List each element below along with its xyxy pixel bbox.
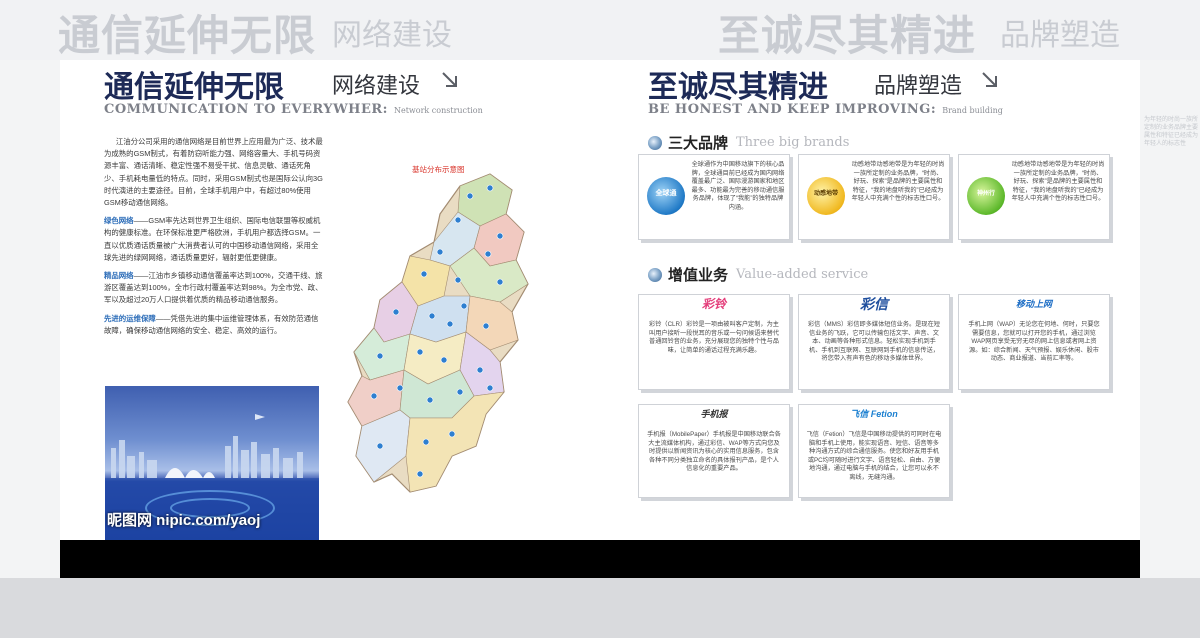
quality-network-text: ——江油市乡镇移动通信覆盖率达到100%，交通干线、旅游区覆盖达到100%，全市… <box>104 271 323 305</box>
brand-description: 动感地带动感地带是为年轻的时尚一族所定制的业务品牌，“时尚、好玩、探索”是品牌的… <box>851 161 945 203</box>
echo-right-subtitle: 品牌塑造 <box>1000 19 1120 52</box>
mobile-paper-logo-icon: 手机报 <box>646 410 782 428</box>
para-intro: 江油分公司采用的通信网络是目前世界上应用最为广泛、技术最为成熟的GSM制式，有着… <box>104 137 323 208</box>
fetion-logo-icon: 飞信 Fetion <box>806 410 942 428</box>
vas-description: 彩铃（CLR）彩铃是一项由被叫客户定制，为主叫用户接听一段悦耳的音乐或一句问候语… <box>649 321 779 354</box>
vas-card-fetion: 飞信 Fetion 飞信（Fetion）飞信是中国移动提供的可同时在电脑和手机上… <box>798 404 950 498</box>
vas-logo-text: 彩铃 <box>701 297 726 311</box>
echo-left-title: 通信延伸无限 <box>58 11 317 60</box>
vas-logo-text: 彩信 <box>860 296 888 312</box>
vas-card-color-ring: 彩铃 彩铃（CLR）彩铃是一项由被叫客户定制，为主叫用户接听一段悦耳的音乐或一句… <box>638 294 790 390</box>
vas-description: 手机报（MobilePaper）手机报是中国移动联合各大主流媒体机构，通过彩信、… <box>647 431 781 473</box>
vas-logo-text: 手机报 <box>700 409 728 419</box>
brand-name: 动感地带 <box>813 191 838 197</box>
vas-section-heading: 增值业务 Value-added service <box>648 264 868 285</box>
operations-label: 先进的运维保障 <box>104 313 156 323</box>
vas-heading-en: Value-added service <box>736 267 869 282</box>
brand-card-gotone: 全球通 全球通作为中国移动旗下的核心品牌，全球通目前已经成为国内网络覆盖最广泛、… <box>638 154 790 240</box>
para-operations: 先进的运维保障——凭借先进的集中运维管理体系，有效防范通信故障，确保移动通信网络… <box>104 313 324 337</box>
ghost-text: 为年轻的时尚一族所定制的业务品牌主要属性和特征已经成为年轻人的标志性 <box>1144 117 1199 147</box>
arrow-down-right-icon <box>442 72 457 87</box>
brand-card-easyown: 神州行 动感地带动感地带是为年轻的时尚一族所定制的业务品牌，“时尚、好玩、探索”… <box>958 154 1110 240</box>
vas-logo-text: 飞信 Fetion <box>850 409 898 419</box>
brand-card-mzone: 动感地带 动感地带动感地带是为年轻的时尚一族所定制的业务品牌，“时尚、好玩、探索… <box>798 154 950 240</box>
mms-logo-icon: 彩信 <box>806 296 942 318</box>
color-ring-logo-icon: 彩铃 <box>646 297 782 318</box>
vas-heading-cn: 增值业务 <box>668 267 729 284</box>
left-page-subtitle: 网络建设 <box>332 73 421 98</box>
left-english-heading: COMMUNICATION TO EVERYWHER: Network const… <box>104 102 483 117</box>
right-english-small: Brand building <box>942 106 1003 115</box>
brand-name: 全球通 <box>655 190 677 197</box>
brands-heading-cn: 三大品牌 <box>668 135 729 152</box>
green-network-label: 绿色网络 <box>104 216 134 226</box>
vas-description: 手机上网（WAP）无论您在何地、何时，只要您需要信息，您就可以打开您的手机，通过… <box>968 321 1100 363</box>
background-echo-strip: 通信延伸无限 网络建设 至诚尽其精进 品牌塑造 <box>0 0 1200 60</box>
vas-card-wap: 移动上网 手机上网（WAP）无论您在何地、何时，只要您需要信息，您就可以打开您的… <box>958 294 1110 390</box>
base-station-map <box>347 173 529 493</box>
para-quality-network: 精品网络——江油市乡镇移动通信覆盖率达到100%，交通干线、旅游区覆盖达到100… <box>104 270 324 307</box>
brands-section-heading: 三大品牌 Three big brands <box>648 132 849 153</box>
left-page-title: 通信延伸无限 <box>104 70 284 105</box>
right-english-heading: BE HONEST AND KEEP IMPROVING: Brand build… <box>648 102 1003 117</box>
bottom-black-bar <box>60 540 1140 578</box>
city-skyline-photo: 昵图网 nipic.com/yaoj <box>105 386 319 540</box>
right-page-title: 至诚尽其精进 <box>648 70 828 105</box>
echo-left-subtitle: 网络建设 <box>332 19 452 52</box>
quality-network-label: 精品网络 <box>104 271 134 281</box>
left-english-small: Network construction <box>393 106 483 115</box>
vas-card-mms: 彩信 彩信（MMS）彩信即多媒体短信业务。是现在短信业务的飞跃，它可以传输包括文… <box>798 294 950 390</box>
vas-card-mobile-paper: 手机报 手机报（MobilePaper）手机报是中国移动联合各大主流媒体机构，通… <box>638 404 790 498</box>
right-english-title: BE HONEST AND KEEP IMPROVING: <box>648 102 937 117</box>
left-english-title: COMMUNICATION TO EVERYWHER: <box>104 102 388 117</box>
network-body-text: 江油分公司采用的通信网络是目前世界上应用最为广泛、技术最为成熟的GSM制式，有着… <box>104 136 324 343</box>
mzone-logo-icon: 动感地带 <box>807 177 845 215</box>
brand-description: 全球通作为中国移动旗下的核心品牌，全球通目前已经成为国内网络覆盖最广泛、国际漫游… <box>691 161 785 211</box>
para-green-network: 绿色网络——GSM率先达到世界卫生组织、国际电信联盟等权威机构的健康标准。在环保… <box>104 215 324 264</box>
vas-logo-text: 移动上网 <box>1015 299 1052 309</box>
green-network-text: ——GSM率先达到世界卫生组织、国际电信联盟等权威机构的健康标准。在环保标准更严… <box>104 216 321 262</box>
wap-logo-icon: 移动上网 <box>966 300 1102 318</box>
right-page-subtitle: 品牌塑造 <box>874 73 963 98</box>
bullet-icon <box>648 267 662 282</box>
brand-description: 动感地带动感地带是为年轻的时尚一族所定制的业务品牌，“时尚、好玩、探索”是品牌的… <box>1011 161 1105 203</box>
brand-name: 神州行 <box>976 191 995 197</box>
vas-description: 飞信（Fetion）飞信是中国移动提供的可同时在电脑和手机上使用，能实现语音、短… <box>806 431 942 481</box>
arrow-down-right-icon <box>982 72 997 87</box>
vas-description: 彩信（MMS）彩信即多媒体短信业务。是现在短信业务的飞跃，它可以传输包括文字、声… <box>808 321 940 363</box>
brands-heading-en: Three big brands <box>736 135 850 150</box>
brochure-spread: 通信延伸无限 网络建设 COMMUNICATION TO EVERYWHER: N… <box>60 60 1140 578</box>
easyown-logo-icon: 神州行 <box>967 177 1005 215</box>
gotone-logo-icon: 全球通 <box>647 177 685 215</box>
right-margin-ghost: 为年轻的时尚一族所定制的业务品牌主要属性和特征已经成为年轻人的标志性 <box>1140 60 1200 578</box>
left-margin-ghost <box>0 60 60 578</box>
echo-right-title: 至诚尽其精进 <box>718 11 977 60</box>
bottom-strip <box>0 578 1200 638</box>
bullet-icon <box>648 135 662 150</box>
photo-watermark: 昵图网 nipic.com/yaoj <box>107 512 261 529</box>
